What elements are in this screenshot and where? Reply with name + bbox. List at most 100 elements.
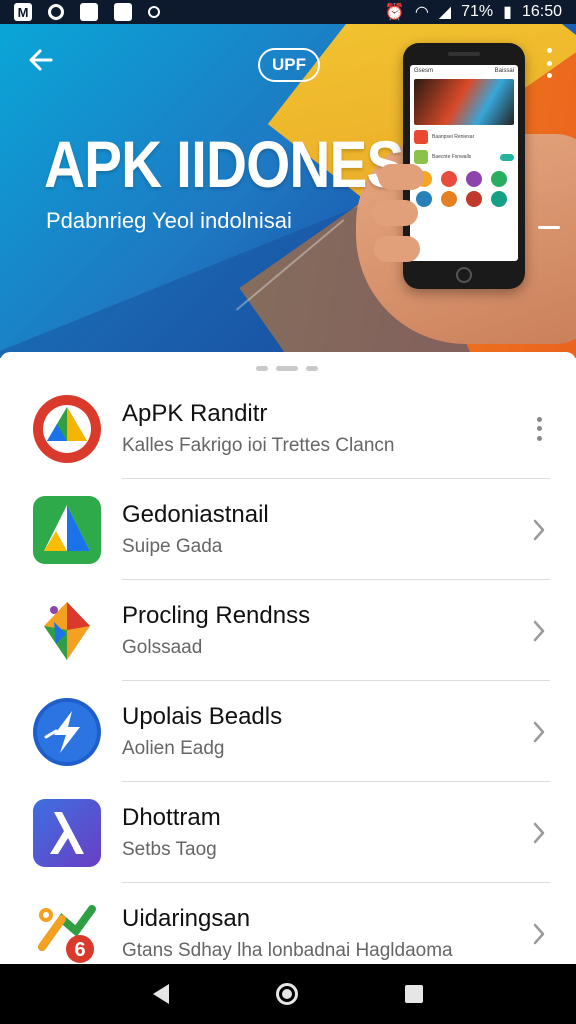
back-button[interactable]: [24, 46, 58, 80]
item-more-button[interactable]: [536, 416, 542, 441]
dot-icon: [546, 60, 552, 66]
wifi-icon: ◠: [414, 4, 429, 21]
sheet-drag-handle[interactable]: [256, 366, 318, 371]
phone-header-right: Baissai: [494, 68, 514, 74]
handle-segment: [256, 366, 268, 371]
colorful-circle-app-icon: [32, 394, 102, 464]
phone-row: Baecnte Fsnwalls: [410, 147, 518, 167]
handle-segment: [306, 366, 318, 371]
list-item-subtitle: Gtans Sdhay lha lonbadnai Hagldaoma: [122, 940, 453, 961]
image-notification-icon: [114, 3, 132, 21]
chevron-right-icon[interactable]: [532, 619, 546, 643]
status-notification-icons: M: [14, 3, 160, 21]
phone-home-button: [456, 267, 472, 283]
battery-percent: 71%: [461, 3, 494, 20]
list-item-title: Dhottram: [122, 804, 221, 831]
chevron-right-icon[interactable]: [532, 720, 546, 744]
app-icon: [441, 191, 457, 207]
svg-text:6: 6: [74, 939, 85, 961]
list-item[interactable]: Procling Rendnss Golssaad: [0, 580, 576, 681]
finger-illustration: [378, 164, 424, 190]
app-list-sheet: ApPK Randitr Kalles Fakrigo ioi Trettes …: [0, 352, 576, 968]
handle-segment: [276, 366, 298, 371]
green-triangle-app-icon: [32, 495, 102, 565]
phone-row-label: Baanpsei Reniesar: [432, 134, 475, 140]
list-item-text: Uidaringsan Gtans Sdhay lha lonbadnai Ha…: [122, 903, 453, 965]
chevron-right-icon[interactable]: [532, 518, 546, 542]
list-item-title: ApPK Randitr: [122, 400, 268, 427]
hero-page-indicator: [538, 226, 560, 229]
app-icon: [414, 130, 428, 144]
system-navigation-bar: [0, 964, 576, 1024]
colorful-kite-app-icon: [32, 596, 102, 666]
blue-bolt-app-icon: [32, 697, 102, 767]
list-item[interactable]: Upolais Beadls Aolien Eadg: [0, 681, 576, 782]
nav-back-icon[interactable]: [153, 984, 170, 1004]
list-item-title: Gedoniastnail: [122, 501, 269, 528]
list-item-title: Upolais Beadls: [122, 703, 283, 730]
hero-logo: UPF: [258, 48, 320, 82]
list-item-subtitle: Aolien Eadg: [122, 738, 225, 759]
battery-icon: ▮: [503, 4, 512, 21]
dot-icon: [536, 435, 542, 441]
phone-screen-header: Gsesm Baissai: [410, 65, 518, 77]
list-item-title: Procling Rendnss: [122, 602, 311, 629]
hero-subtitle: Pdabnrieg Yeol indolnisai: [46, 208, 292, 233]
status-bar: M ⏰ ◠ ◢ 71% ▮ 16:50: [0, 0, 576, 24]
finger-illustration: [374, 236, 420, 262]
clock: 16:50: [521, 3, 562, 20]
list-item[interactable]: Dhottram Setbs Taog: [0, 782, 576, 883]
list-item-subtitle: Suipe Gada: [122, 536, 223, 557]
hero-banner: UPF APK IIDONESIA Pdabnrieg Yeol indolni…: [0, 24, 576, 358]
signal-icon: ◢: [438, 4, 452, 21]
map-pin-app-icon: 6: [32, 899, 102, 969]
app-icon: [466, 191, 482, 207]
list-item-text: ApPK Randitr Kalles Fakrigo ioi Trettes …: [122, 398, 394, 460]
app-icon: [466, 171, 482, 187]
list-item-text: Dhottram Setbs Taog: [122, 802, 221, 864]
app-list: ApPK Randitr Kalles Fakrigo ioi Trettes …: [0, 378, 576, 984]
phone-row: Baanpsei Reniesar: [410, 127, 518, 147]
dot-icon: [546, 73, 552, 78]
list-item-text: Procling Rendnss Golssaad: [122, 600, 310, 662]
app-icon: [414, 150, 428, 164]
nav-home-icon[interactable]: [275, 983, 298, 1005]
dot-icon: [536, 416, 542, 422]
list-item-title: Uidaringsan: [122, 905, 251, 932]
list-item[interactable]: Gedoniastnail Suipe Gada: [0, 479, 576, 580]
list-item-text: Gedoniastnail Suipe Gada: [122, 499, 269, 561]
overflow-menu-button[interactable]: [544, 48, 554, 78]
list-item-text: Upolais Beadls Aolien Eadg: [122, 701, 282, 763]
dot-icon: [536, 426, 542, 431]
nav-recents-icon[interactable]: [404, 985, 423, 1003]
gmail-notification-icon: M: [14, 3, 32, 21]
app-icon: [491, 191, 507, 207]
circle-notification-icon: [148, 6, 160, 18]
phone-illustration: Gsesm Baissai Baanpsei Reniesar Baecnte …: [403, 43, 525, 289]
arrow-left-icon: [29, 49, 53, 71]
app-icon: [491, 171, 507, 187]
list-item-subtitle: Golssaad: [122, 637, 203, 658]
chevron-right-icon[interactable]: [532, 922, 546, 946]
dot-icon: [546, 48, 552, 53]
list-item-subtitle: Kalles Fakrigo ioi Trettes Clancn: [122, 435, 395, 456]
phone-app-grid: [410, 167, 518, 211]
chevron-right-icon[interactable]: [532, 821, 546, 845]
alarm-icon: ⏰: [384, 4, 405, 21]
purple-lambda-app-icon: [32, 798, 102, 868]
status-system-icons: ⏰ ◠ ◢ 71% ▮ 16:50: [385, 2, 562, 22]
phone-speaker: [448, 52, 480, 56]
phone-header-left: Gsesm: [414, 68, 434, 74]
screen: M ⏰ ◠ ◢ 71% ▮ 16:50 UPF APK IIDONESIA Pd…: [0, 0, 576, 1024]
finger-illustration: [372, 200, 418, 226]
sync-notification-icon: [48, 4, 64, 20]
download-notification-icon: [80, 3, 98, 21]
list-item-subtitle: Setbs Taog: [122, 839, 217, 860]
phone-screen: Gsesm Baissai Baanpsei Reniesar Baecnte …: [410, 65, 518, 261]
app-icon: [416, 191, 432, 207]
toggle-icon: [500, 153, 514, 161]
phone-featured-image: [414, 79, 514, 125]
app-icon: [441, 171, 457, 187]
list-item[interactable]: ApPK Randitr Kalles Fakrigo ioi Trettes …: [0, 378, 576, 479]
phone-row-label: Baecnte Fsnwalls: [432, 154, 472, 160]
